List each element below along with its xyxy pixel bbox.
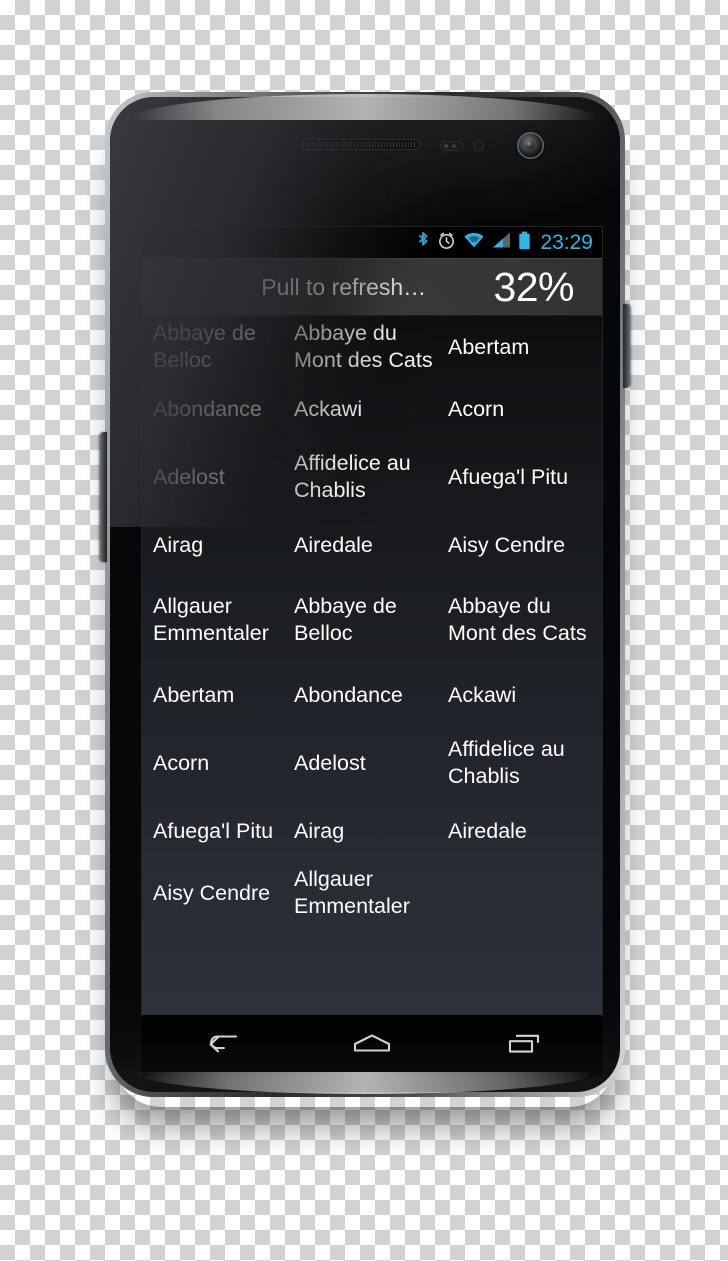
grid-cell-item[interactable]: Aisy Cendre [142,880,294,907]
grid-cell-item[interactable]: Acorn [142,750,294,777]
grid-cell-item[interactable]: Afuega'l Pitu [448,464,602,491]
grid-cell-item[interactable]: Airag [294,818,448,845]
grid-row: Allgauer Emmentaler Abbaye de Belloc Abbay… [142,576,602,664]
grid-cell-item[interactable]: Abertam [448,334,602,361]
grid-row: Acorn Adelost Affidelice au Chablis [142,726,602,800]
grid-cell-item[interactable]: Acorn [448,396,602,423]
pull-to-refresh-label: Pull to refresh… [261,273,427,300]
recent-apps-icon [505,1031,545,1062]
grid-row: Abbaye de Belloc Abbaye du Mont des Cats A… [142,316,602,378]
grid-cell-item[interactable]: Afuega'l Pitu [142,818,294,845]
grid-cell-item[interactable]: Airedale [448,818,602,845]
proximity-sensor [440,141,464,151]
battery-icon [518,231,531,255]
android-navigation-bar [142,1015,602,1077]
grid-row: Afuega'l Pitu Airag Airedale [142,800,602,862]
grid-row: Abertam Abondance Ackawi [142,664,602,726]
front-camera [517,132,544,159]
grid-row: Aisy Cendre Allgauer Emmentaler [142,862,602,924]
pull-to-refresh-header[interactable]: Pull to refresh… 32% [142,258,602,316]
grid-cell-item[interactable]: Abertam [142,682,294,709]
grid-cell-item[interactable]: Abbaye du Mont des Cats [294,320,448,373]
light-sensor [474,141,484,151]
recents-button[interactable] [480,1023,570,1069]
earpiece-speaker [300,139,420,150]
back-arrow-icon [198,1031,240,1062]
grid-cell-item[interactable]: Airag [142,532,294,559]
grid-cell-item[interactable]: Affidelice au Chablis [294,450,448,503]
grid-cell-item[interactable]: Aisy Cendre [448,532,602,559]
grid-cell-item[interactable]: Affidelice au Chablis [448,736,602,789]
refresh-progress-percent: 32% [493,263,574,310]
grid-row: Adelost Affidelice au Chablis Afuega'l Pit… [142,440,602,514]
cheese-grid-list[interactable]: Abbaye de Belloc Abbaye du Mont des Cats A… [142,316,602,1015]
grid-cell-item[interactable]: Abondance [142,396,294,423]
device-inner-body: 23:29 Pull to refresh… 32% Abbaye de Bel… [110,97,620,1092]
phone-screen: 23:29 Pull to refresh… 32% Abbaye de Bel… [142,227,602,1015]
grid-cell-item[interactable]: Adelost [142,464,294,491]
grid-cell-item[interactable]: Allgauer Emmentaler [142,593,294,646]
grid-cell-item[interactable]: Ackawi [448,682,602,709]
grid-cell-item[interactable]: Abbaye du Mont des Cats [448,593,602,646]
status-bar-clock: 23:29 [540,230,593,254]
grid-cell-item[interactable]: Airedale [294,532,448,559]
home-icon [350,1031,394,1062]
grid-cell-item[interactable]: Adelost [294,750,448,777]
alarm-clock-icon [437,231,456,255]
back-button[interactable] [174,1023,264,1069]
smartphone-device: 23:29 Pull to refresh… 32% Abbaye de Bel… [100,92,630,1097]
grid-cell-item[interactable]: Abbaye de Belloc [294,593,448,646]
grid-row: Abondance Ackawi Acorn [142,378,602,440]
grid-cell-item[interactable]: Allgauer Emmentaler [294,866,448,919]
home-button[interactable] [327,1023,417,1069]
bluetooth-icon [417,231,430,255]
power-button[interactable] [623,304,630,388]
cellular-signal-icon [492,231,511,254]
grid-cell-item[interactable]: Abondance [294,682,448,709]
grid-cell-item[interactable]: Ackawi [294,396,448,423]
grid-row: Airag Airedale Aisy Cendre [142,514,602,576]
status-bar: 23:29 [142,227,602,258]
volume-rocker-button[interactable] [100,432,107,562]
wifi-icon [463,231,485,254]
grid-cell-item[interactable]: Abbaye de Belloc [142,320,294,373]
